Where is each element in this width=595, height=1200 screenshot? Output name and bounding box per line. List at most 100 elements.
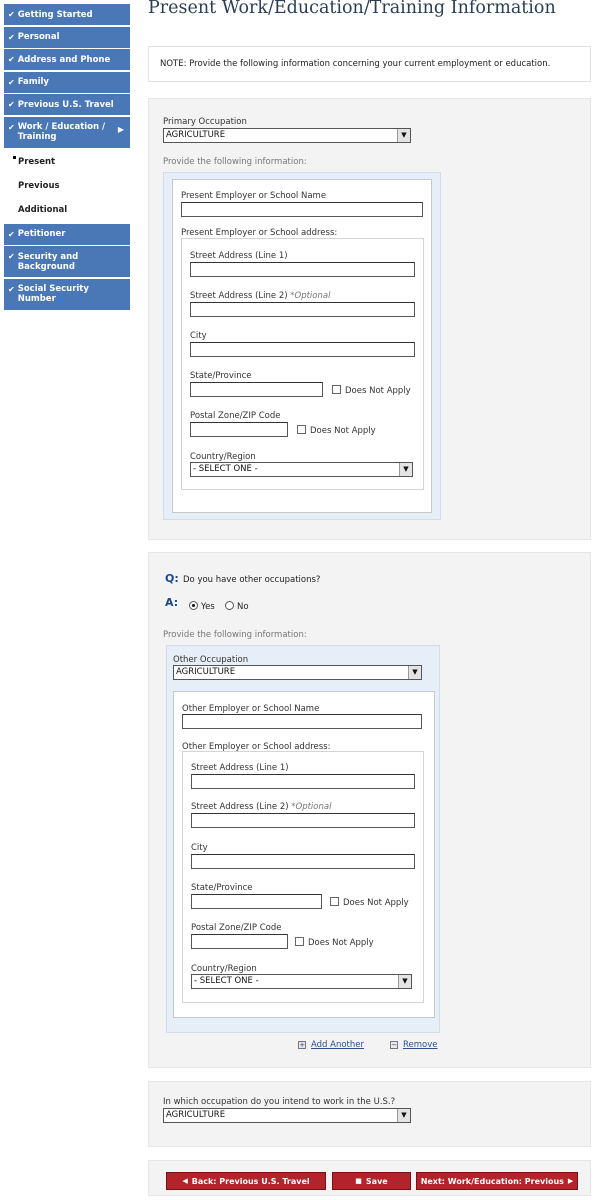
intended-occupation-select[interactable]: AGRICULTURE ▼ — [163, 1108, 411, 1123]
state-does-not-apply-checkbox[interactable] — [332, 385, 341, 394]
check-icon: ✔ — [8, 122, 15, 132]
check-icon: ✔ — [8, 32, 15, 42]
employer-name-label: Present Employer or School Name — [181, 191, 327, 201]
other-city-label: City — [191, 843, 208, 853]
check-icon: ✔ — [8, 284, 15, 294]
intended-occupation-panel: In which occupation do you intend to wor… — [148, 1081, 591, 1147]
postal-does-not-apply-label: Does Not Apply — [310, 426, 376, 436]
yes-radio[interactable] — [189, 601, 198, 610]
primary-employer-section: Present Employer or School Name Present … — [163, 172, 441, 520]
other-street1-input[interactable] — [191, 774, 415, 789]
nav-personal[interactable]: ✔ Personal — [4, 26, 130, 48]
other-postal-label: Postal Zone/ZIP Code — [191, 923, 282, 933]
other-city-input[interactable] — [191, 854, 415, 869]
primary-employer-inner: Present Employer or School Name Present … — [172, 179, 432, 513]
other-employer-name-label: Other Employer or School Name — [182, 704, 320, 714]
yes-label: Yes — [201, 602, 215, 612]
page-title: Present Work/Education/Training Informat… — [148, 0, 556, 18]
chevron-down-icon: ▼ — [399, 463, 412, 476]
provide-info-label: Provide the following information: — [163, 630, 307, 640]
other-street1-label: Street Address (Line 1) — [191, 763, 289, 773]
primary-occupation-select[interactable]: AGRICULTURE ▼ — [163, 128, 411, 143]
other-occupations-panel: Q: Do you have other occupations? A: Yes… — [148, 552, 591, 1068]
arrow-right-icon: ▶ — [117, 124, 124, 134]
check-icon: ✔ — [8, 229, 15, 239]
next-button[interactable]: Next: Work/Education: Previous ▶ — [416, 1172, 578, 1190]
other-employer-inner: Other Employer or School Name Other Empl… — [173, 691, 435, 1018]
nav-address-phone[interactable]: ✔ Address and Phone — [4, 49, 130, 71]
state-input[interactable] — [190, 382, 323, 397]
other-state-input[interactable] — [191, 894, 322, 909]
question-marker: Q: — [165, 572, 179, 585]
add-icon[interactable]: + — [298, 1041, 306, 1049]
other-postal-does-not-apply-label: Does Not Apply — [308, 938, 374, 948]
other-occupations-question: Do you have other occupations? — [183, 575, 321, 585]
postal-label: Postal Zone/ZIP Code — [190, 411, 281, 421]
save-button[interactable]: ■ Save — [332, 1172, 411, 1190]
chevron-down-icon: ▼ — [398, 975, 411, 988]
postal-input[interactable] — [190, 422, 288, 437]
remove-icon[interactable]: − — [390, 1041, 398, 1049]
no-label: No — [237, 602, 249, 612]
nav-getting-started[interactable]: ✔ Getting Started — [4, 4, 130, 25]
arrow-right-icon: ▶ — [567, 1177, 574, 1185]
check-icon: ✔ — [8, 55, 15, 65]
country-select[interactable]: - SELECT ONE - ▼ — [190, 462, 413, 477]
state-does-not-apply-label: Does Not Apply — [345, 386, 411, 396]
intended-occupation-label: In which occupation do you intend to wor… — [163, 1097, 396, 1107]
nav-work-education[interactable]: ✔ Work / Education / Training ▶ — [4, 116, 130, 148]
check-icon: ✔ — [8, 10, 15, 19]
primary-occupation-panel: Primary Occupation AGRICULTURE ▼ Provide … — [148, 98, 591, 540]
primary-occupation-label: Primary Occupation — [163, 117, 247, 127]
chevron-down-icon: ▼ — [408, 666, 421, 679]
nav-security-background[interactable]: ✔ Security and Background — [4, 246, 130, 278]
other-address-box: Street Address (Line 1) Street Address (… — [182, 751, 424, 1003]
other-street2-input[interactable] — [191, 813, 415, 828]
other-postal-input[interactable] — [191, 934, 288, 949]
nav-previous-travel[interactable]: ✔ Previous U.S. Travel — [4, 94, 130, 116]
provide-info-label: Provide the following information: — [163, 157, 307, 167]
city-input[interactable] — [190, 342, 415, 357]
note-box: NOTE: Provide the following information … — [148, 46, 591, 82]
nav-petitioner[interactable]: ✔ Petitioner — [4, 223, 130, 245]
nav-sub-present[interactable]: Present — [4, 150, 130, 174]
other-employer-name-input[interactable] — [182, 714, 422, 729]
nav-social-security[interactable]: ✔ Social Security Number — [4, 278, 130, 310]
no-radio[interactable] — [225, 601, 234, 610]
chevron-down-icon: ▼ — [397, 129, 410, 142]
other-state-does-not-apply-label: Does Not Apply — [343, 898, 409, 908]
nav-sub-additional[interactable]: Additional — [4, 198, 130, 222]
employer-name-input[interactable] — [181, 202, 423, 217]
navigation-bar: ◀ Back: Previous U.S. Travel ■ Save Next: … — [148, 1160, 591, 1196]
other-country-label: Country/Region — [191, 964, 257, 974]
other-occupation-section: Other Occupation AGRICULTURE ▼ Other Empl… — [166, 645, 440, 1033]
other-state-label: State/Province — [191, 883, 253, 893]
back-button[interactable]: ◀ Back: Previous U.S. Travel — [166, 1172, 326, 1190]
check-icon: ✔ — [8, 100, 15, 110]
check-icon: ✔ — [8, 77, 15, 87]
other-occupation-select[interactable]: AGRICULTURE ▼ — [173, 665, 422, 680]
nav-family[interactable]: ✔ Family — [4, 71, 130, 93]
save-icon: ■ — [355, 1177, 362, 1185]
country-label: Country/Region — [190, 452, 256, 462]
street2-input[interactable] — [190, 302, 415, 317]
sidebar-nav: ✔ Getting Started ✔ Personal ✔ Address and … — [4, 4, 130, 311]
nav-sub-previous[interactable]: Previous — [4, 174, 130, 198]
remove-link[interactable]: Remove — [403, 1040, 438, 1050]
address-box: Street Address (Line 1) Street Address (… — [181, 238, 424, 490]
other-state-does-not-apply-checkbox[interactable] — [330, 897, 339, 906]
postal-does-not-apply-checkbox[interactable] — [297, 425, 306, 434]
arrow-left-icon: ◀ — [182, 1177, 188, 1185]
employer-address-label: Present Employer or School address: — [181, 228, 338, 238]
city-label: City — [190, 331, 207, 341]
other-occupation-label: Other Occupation — [173, 655, 249, 665]
other-country-select[interactable]: - SELECT ONE - ▼ — [191, 974, 412, 989]
other-street2-label: Street Address (Line 2) *Optional — [191, 802, 332, 812]
add-another-link[interactable]: Add Another — [311, 1040, 364, 1050]
bullet-icon — [13, 155, 16, 159]
street1-input[interactable] — [190, 262, 415, 277]
other-postal-does-not-apply-checkbox[interactable] — [295, 937, 304, 946]
street2-label: Street Address (Line 2) *Optional — [190, 291, 331, 301]
state-label: State/Province — [190, 371, 252, 381]
answer-marker: A: — [165, 596, 179, 609]
